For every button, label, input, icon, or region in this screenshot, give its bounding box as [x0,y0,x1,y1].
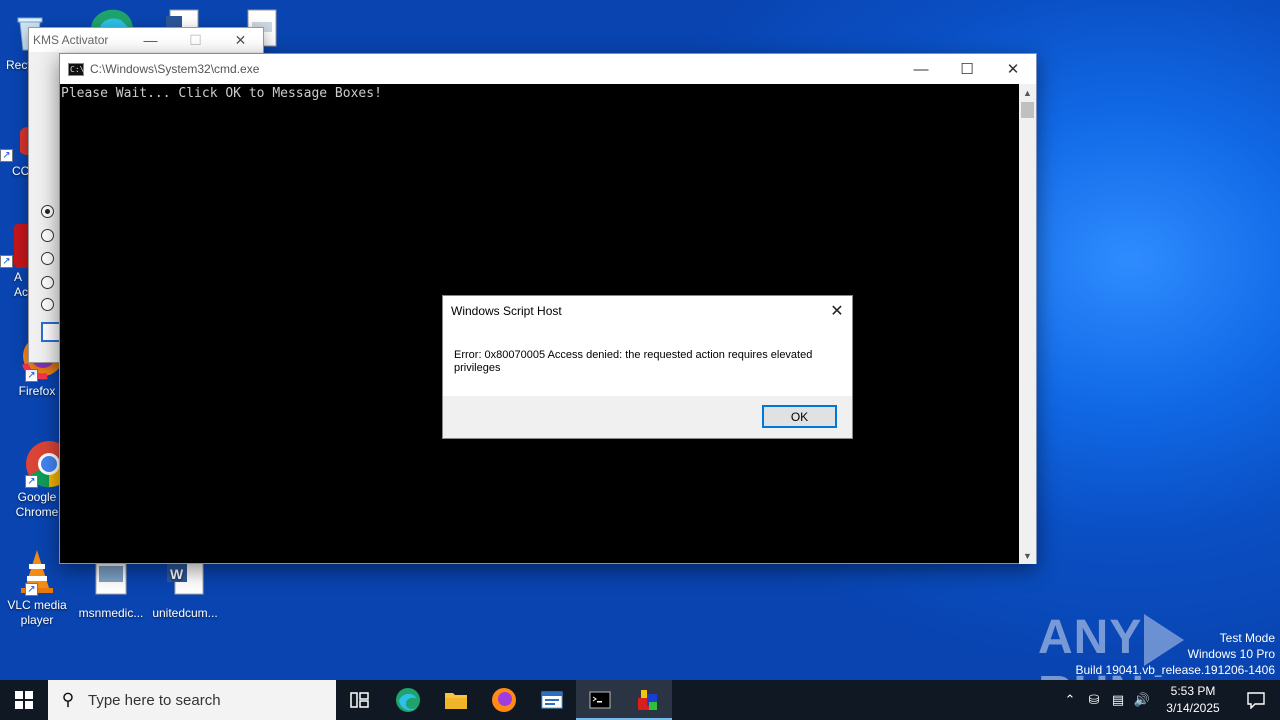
volume-icon[interactable]: 🔊 [1130,692,1154,708]
clock-time: 5:53 PM [1170,684,1216,698]
windows-logo-icon [15,691,33,709]
script-host-dialog[interactable]: Windows Script Host ✕ Error: 0x80070005 … [442,295,853,439]
console-icon [589,691,611,709]
taskbar-app-window[interactable] [528,680,576,720]
task-view-button[interactable] [336,680,384,720]
kms-title-bar[interactable]: KMS Activator — ☐ ✕ [29,28,263,52]
desktop-icon-label: VLC media player [7,598,67,627]
option-radio-3[interactable] [41,252,54,265]
chevron-up-icon[interactable]: ⌃ [1058,692,1082,708]
maximize-button[interactable]: ☐ [173,28,218,52]
close-button[interactable]: ✕ [990,54,1036,84]
start-button[interactable] [0,680,48,720]
edge-icon [396,688,420,712]
scroll-thumb[interactable] [1021,102,1034,118]
dialog-close-button[interactable]: ✕ [822,296,852,326]
folder-icon [445,693,467,709]
network-status-icon[interactable]: ⛁ [1082,692,1106,708]
build-text: Build 19041.vb_release.191206-1406 [1075,663,1276,677]
option-radio-1[interactable] [41,205,54,218]
vertical-scrollbar[interactable]: ▲ ▼ [1019,84,1036,564]
search-placeholder: Type here to search [88,691,221,709]
firefox-icon [492,688,516,712]
cmd-title-bar[interactable]: C:\ C:\Windows\System32\cmd.exe — ☐ ✕ [60,54,1036,84]
dialog-button-area: OK [443,396,852,438]
maximize-button[interactable]: ☐ [944,54,990,84]
scroll-down-icon[interactable]: ▼ [1019,547,1036,564]
desktop-icon-label: msnmedic... [78,606,144,620]
taskbar: ⚲ Type here to search ⌃ ⛁ ▤ 🔊 5:53 PM 3/… [0,680,1280,720]
dialog-title-bar[interactable]: Windows Script Host ✕ [443,296,852,326]
shortcut-arrow-icon: ↗ [0,255,13,268]
desktop: Recy ↗ CC ↗ A Ac ↗ Firefox ↗ Google Chro… [0,0,1280,720]
window-app-icon [541,691,563,709]
test-mode-text: Test Mode [1219,631,1275,645]
console-icon: C:\ [68,62,85,76]
minimize-button[interactable]: — [898,54,944,84]
ok-button[interactable]: OK [762,405,837,428]
chrome-icon: ↗ [13,440,72,488]
kms-activator-icon [638,690,657,710]
clock[interactable]: 5:53 PM 3/14/2025 [1154,683,1232,717]
close-button[interactable]: ✕ [218,28,263,52]
task-view-icon [350,692,369,708]
vlc-cone-icon: ↗ [13,548,61,596]
option-radio-5[interactable] [41,298,54,311]
taskbar-kms-activator[interactable] [624,680,672,720]
taskbar-file-explorer[interactable] [432,680,480,720]
notification-icon [1247,692,1265,709]
window-title: C:\Windows\System32\cmd.exe [90,62,260,76]
option-radio-4[interactable] [41,276,54,289]
dialog-title: Windows Script Host [451,304,562,318]
desktop-icon-unitedcum[interactable]: W unitedcum... [148,558,222,621]
desktop-icon-label: A Ac [14,270,29,299]
desktop-icon-label: unitedcum... [152,606,218,620]
minimize-button[interactable]: — [128,28,173,52]
system-tray: ⌃ ⛁ ▤ 🔊 5:53 PM 3/14/2025 [1058,680,1280,720]
taskbar-cmd[interactable] [576,680,624,720]
desktop-icon-msnmedic[interactable]: msnmedic... [74,558,148,621]
taskbar-firefox[interactable] [480,680,528,720]
option-radio-2[interactable] [41,229,54,242]
system-info: Test Mode Windows 10 Pro Build 19041.vb_… [1076,630,1276,678]
search-icon: ⚲ [61,690,75,709]
shortcut-arrow-icon: ↗ [25,475,38,488]
shortcut-arrow-icon: ↗ [0,149,13,162]
ethernet-icon[interactable]: ▤ [1106,692,1130,708]
svg-text:W: W [170,566,184,582]
notification-center-button[interactable] [1232,691,1280,709]
scroll-up-icon[interactable]: ▲ [1019,84,1036,101]
clock-date: 3/14/2025 [1166,701,1220,715]
shortcut-arrow-icon: ↗ [25,369,38,382]
edition-text: Windows 10 Pro [1187,647,1275,661]
shortcut-arrow-icon: ↗ [25,583,38,596]
dialog-message: Error: 0x80070005 Access denied: the req… [454,349,813,374]
window-title: KMS Activator [33,33,109,47]
taskbar-edge[interactable] [384,680,432,720]
taskbar-search-box[interactable]: ⚲ Type here to search [48,680,336,720]
